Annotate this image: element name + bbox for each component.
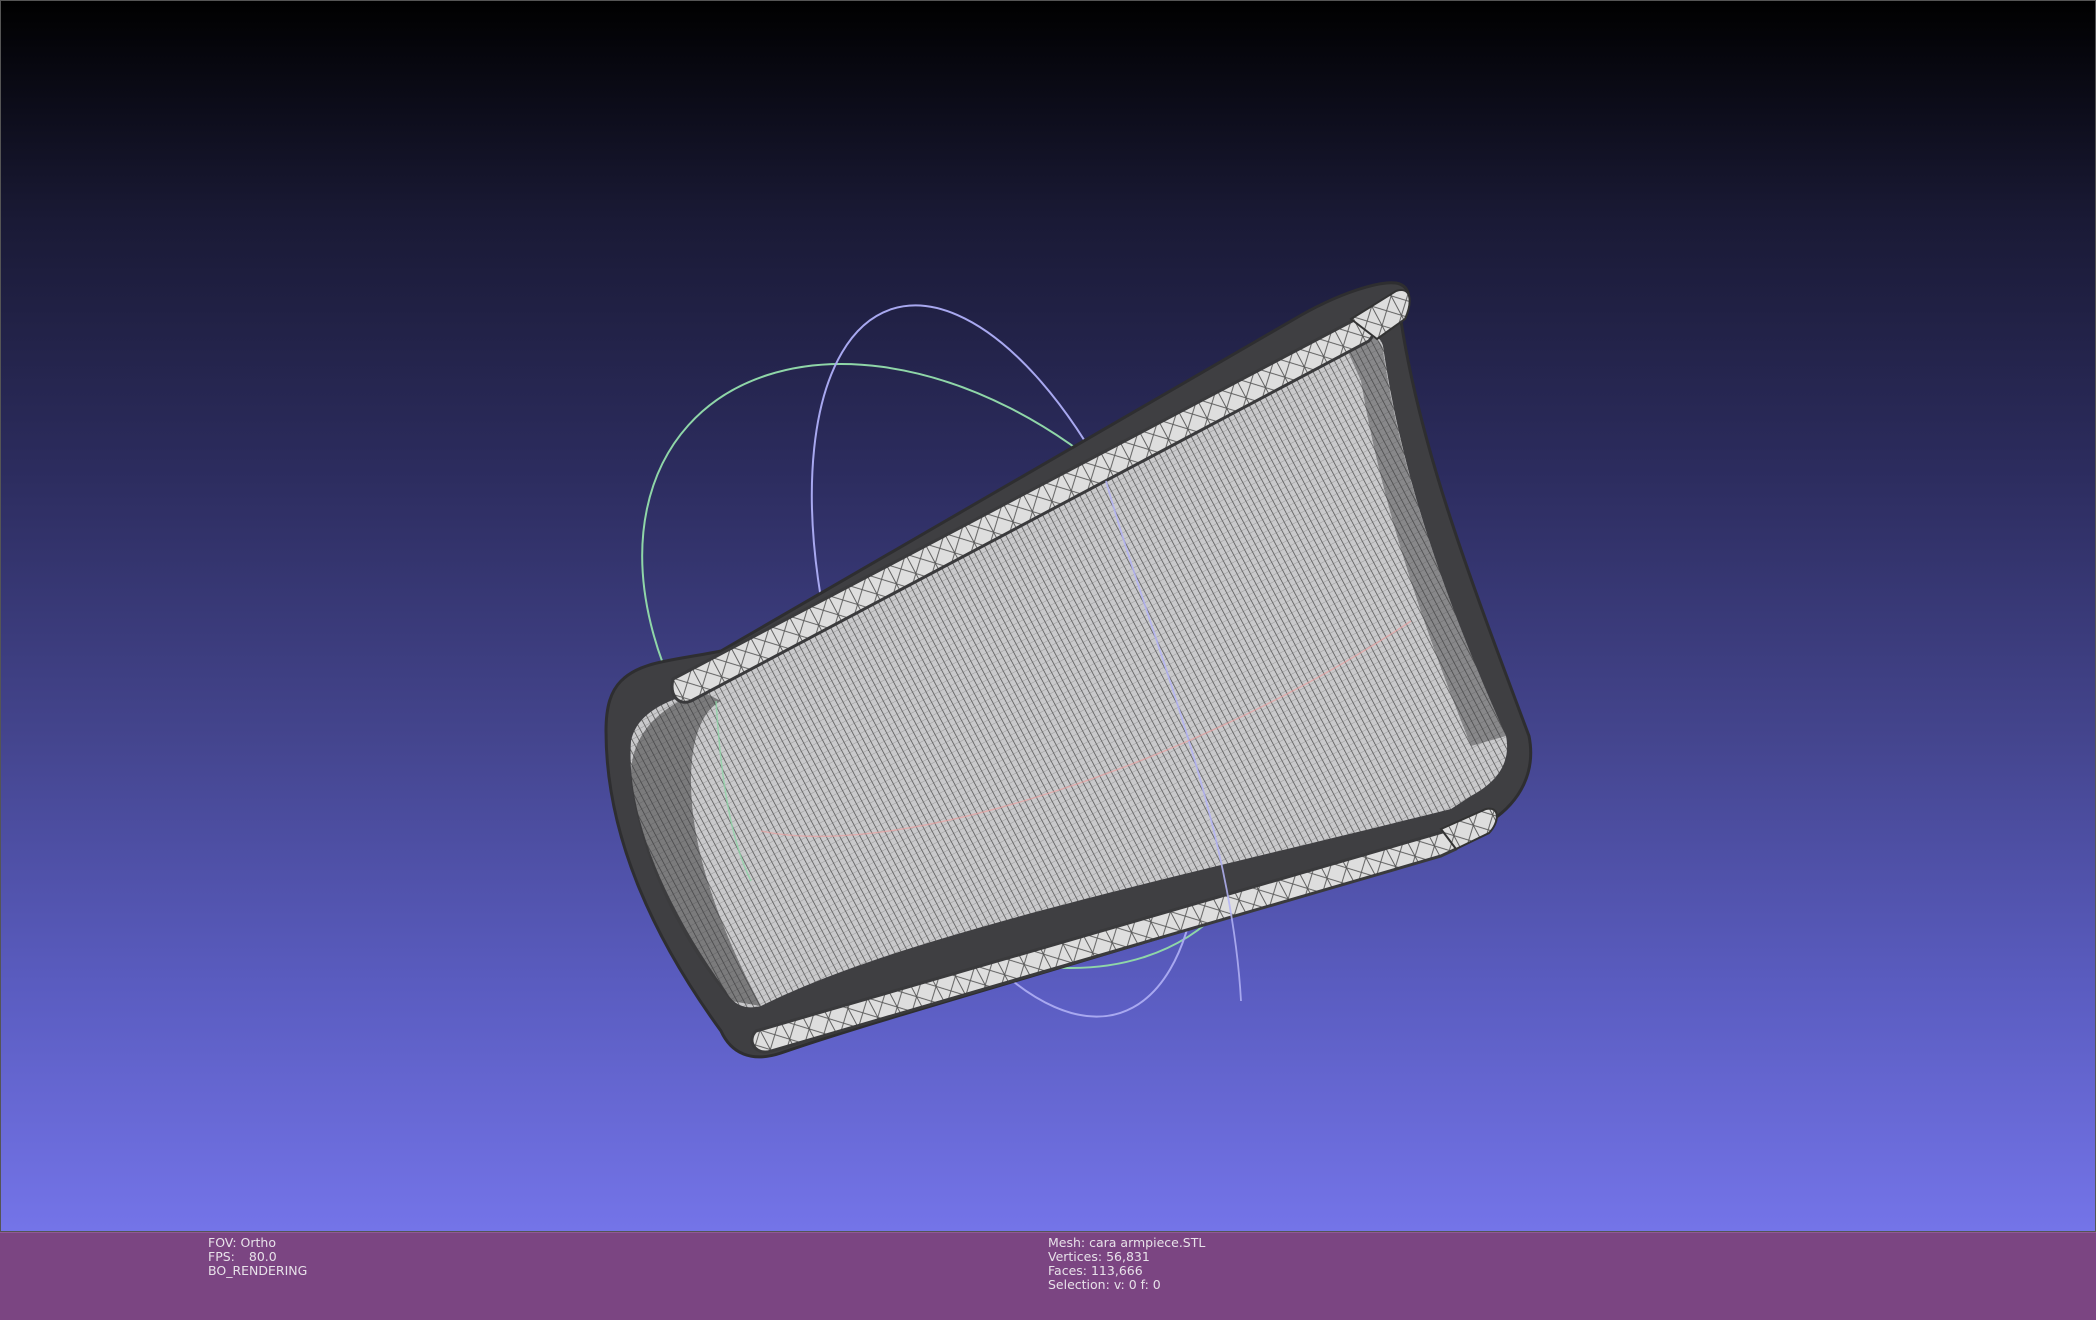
status-info-bar: FOV: Ortho FPS: 80.0 BO_RENDERING Mesh: c…: [0, 1232, 2096, 1320]
selection-label: Selection:: [1048, 1277, 1110, 1292]
fov-line: FOV: Ortho: [208, 1236, 307, 1250]
selection-line: Selection: v: 0 f: 0: [1048, 1278, 1205, 1292]
render-mode: BO_RENDERING: [208, 1263, 308, 1278]
faces-label: Faces:: [1048, 1263, 1087, 1278]
selection-value: v: 0 f: 0: [1113, 1277, 1161, 1292]
vertices-label: Vertices:: [1048, 1249, 1103, 1264]
fov-label: FOV:: [208, 1235, 237, 1250]
faces-value: 113,666: [1090, 1263, 1143, 1278]
mesh-scene[interactable]: [1, 1, 2096, 1232]
fps-label: FPS:: [208, 1249, 235, 1264]
vertices-value: 56,831: [1106, 1249, 1150, 1264]
fps-value: 80.0: [248, 1249, 277, 1264]
mesh-info: Mesh: cara armpiece.STL Vertices: 56,831…: [1048, 1236, 1205, 1292]
view-info: FOV: Ortho FPS: 80.0 BO_RENDERING: [208, 1236, 307, 1278]
fps-line: FPS: 80.0: [208, 1250, 307, 1264]
mesh-body: [604, 281, 1533, 1059]
vertices-line: Vertices: 56,831: [1048, 1250, 1205, 1264]
3d-viewport[interactable]: [0, 0, 2096, 1232]
mesh-name: cara armpiece.STL: [1089, 1235, 1206, 1250]
mesh-label: Mesh:: [1048, 1235, 1086, 1250]
fov-value: Ortho: [240, 1235, 276, 1250]
faces-line: Faces: 113,666: [1048, 1264, 1205, 1278]
mesh-name-line: Mesh: cara armpiece.STL: [1048, 1236, 1205, 1250]
